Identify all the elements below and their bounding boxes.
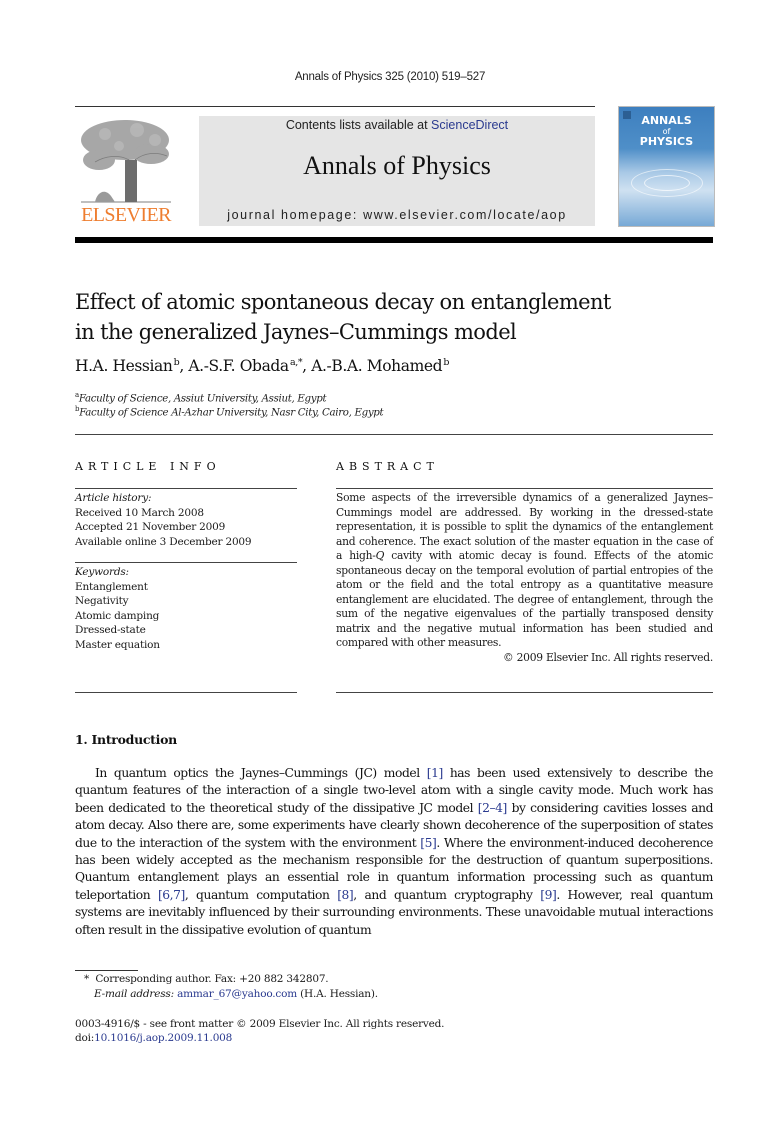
abstract-body: Some aspects of the irreversible dynamic…	[336, 491, 713, 665]
doi-line: doi:10.1016/j.aop.2009.11.008	[75, 1032, 675, 1044]
section-heading-introduction: 1. Introduction	[75, 732, 177, 747]
citation-link[interactable]: [1]	[427, 766, 444, 780]
header-rule	[75, 106, 595, 107]
author-affil-mark[interactable]: b	[174, 357, 180, 368]
running-head: Annals of Physics 325 (2010) 519–527	[294, 71, 486, 83]
contents-prefix: Contents lists available at	[285, 118, 432, 132]
affiliation-a: aFaculty of Science, Assiut University, …	[75, 391, 715, 404]
doi-prefix: doi:	[75, 1032, 95, 1044]
keywords-rule	[75, 562, 297, 563]
abstract-copyright: © 2009 Elsevier Inc. All rights reserved…	[503, 650, 713, 664]
citation-link[interactable]: [2–4]	[478, 801, 508, 815]
abstract-rule	[336, 488, 713, 489]
keywords-label: Keywords:	[75, 566, 129, 578]
sciencedirect-link[interactable]: ScienceDirect	[431, 118, 508, 132]
history-online: Available online 3 December 2009	[75, 535, 252, 548]
footnote-text: Corresponding author. Fax: +20 882 34280…	[95, 973, 329, 985]
cover-title: ANNALS of PHYSICS	[619, 115, 714, 148]
author-name[interactable]: H.A. Hessian	[75, 357, 173, 375]
journal-name: Annals of Physics	[303, 151, 491, 180]
email-label: E-mail address:	[94, 988, 174, 1000]
footnote-mark: *	[84, 973, 90, 985]
contents-line: Contents lists available at ScienceDirec…	[199, 118, 595, 132]
author-list: H.A. Hessian b, A.-S.F. Obada a,*, A.-B.…	[75, 357, 450, 376]
homepage-url[interactable]: www.elsevier.com/locate/aop	[363, 208, 567, 222]
affiliation-text: Faculty of Science Al-Azhar University, …	[79, 407, 384, 419]
abstract-heading: ABSTRACT	[336, 460, 439, 473]
keyword-item: Dressed-state	[75, 624, 146, 636]
intro-text-segment: , and quantum cryptography	[353, 887, 541, 902]
article-info-heading: ARTICLE INFO	[75, 460, 221, 473]
abstract-text-part2: cavity with atomic decay is found. Effec…	[336, 549, 714, 649]
keyword-item: Atomic damping	[75, 609, 160, 622]
author-name[interactable]: A.-S.F. Obada	[188, 357, 289, 375]
introduction-paragraph: In quantum optics the Jaynes–Cummings (J…	[75, 765, 713, 939]
citation-link[interactable]: [8]	[337, 888, 354, 902]
article-history: Article history: Received 10 March 2008 …	[75, 491, 297, 549]
author-name[interactable]: A.-B.A. Mohamed	[311, 357, 442, 375]
affiliation-b: bFaculty of Science Al-Azhar University,…	[75, 405, 715, 418]
history-accepted: Accepted 21 November 2009	[75, 521, 226, 533]
article-title: Effect of atomic spontaneous decay on en…	[75, 287, 715, 347]
article-history-label: Article history:	[75, 492, 152, 504]
journal-homepage: journal homepage: www.elsevier.com/locat…	[199, 208, 595, 222]
citation-link[interactable]: [6,7]	[158, 888, 185, 902]
homepage-label: journal homepage:	[227, 208, 364, 222]
keyword-item: Negativity	[75, 595, 129, 607]
author-affil-mark[interactable]: b	[443, 357, 449, 368]
abstract-bottom-rule	[336, 692, 713, 693]
article-info-bottom-rule	[75, 692, 297, 693]
keywords-block: Keywords: Entanglement Negativity Atomic…	[75, 565, 297, 652]
issn-line: 0003-4916/$ - see front matter © 2009 El…	[75, 1018, 445, 1030]
email-link[interactable]: ammar_67@yahoo.com	[177, 988, 297, 1000]
footnote-rule	[75, 970, 138, 971]
elsevier-wordmark: ELSEVIER	[81, 204, 171, 226]
citation-link[interactable]: [5]	[420, 836, 437, 850]
journal-cover-thumbnail[interactable]: ANNALS of PHYSICS	[618, 106, 715, 227]
keyword-item: Master equation	[75, 638, 160, 651]
intro-text-segment: , quantum computation	[184, 887, 338, 902]
cover-title-line3: PHYSICS	[639, 135, 694, 148]
ripple-graphic-inner-icon	[644, 175, 690, 191]
corresponding-author-footnote: * Corresponding author. Fax: +20 882 342…	[84, 973, 684, 985]
article-title-line1: Effect of atomic spontaneous decay on en…	[75, 290, 611, 314]
abstract-q-symbol: Q	[375, 549, 385, 562]
email-footnote: E-mail address: ammar_67@yahoo.com (H.A.…	[94, 988, 694, 1000]
author-affil-mark[interactable]: a,*	[290, 357, 303, 368]
keyword-item: Entanglement	[75, 580, 148, 593]
masthead-thick-rule	[75, 237, 713, 243]
doi-link[interactable]: 10.1016/j.aop.2009.11.008	[94, 1032, 232, 1044]
cover-title-line1: ANNALS	[641, 114, 692, 127]
citation-link[interactable]: [9]	[540, 888, 557, 902]
article-info-rule	[75, 488, 297, 489]
email-owner: (H.A. Hessian).	[300, 988, 378, 1000]
article-title-line2: in the generalized Jaynes–Cummings model	[75, 320, 517, 344]
section-rule	[75, 434, 713, 435]
intro-text-segment: In quantum optics the Jaynes–Cummings (J…	[95, 766, 427, 780]
history-received: Received 10 March 2008	[75, 506, 204, 519]
affiliation-text: Faculty of Science, Assiut University, A…	[78, 393, 327, 405]
